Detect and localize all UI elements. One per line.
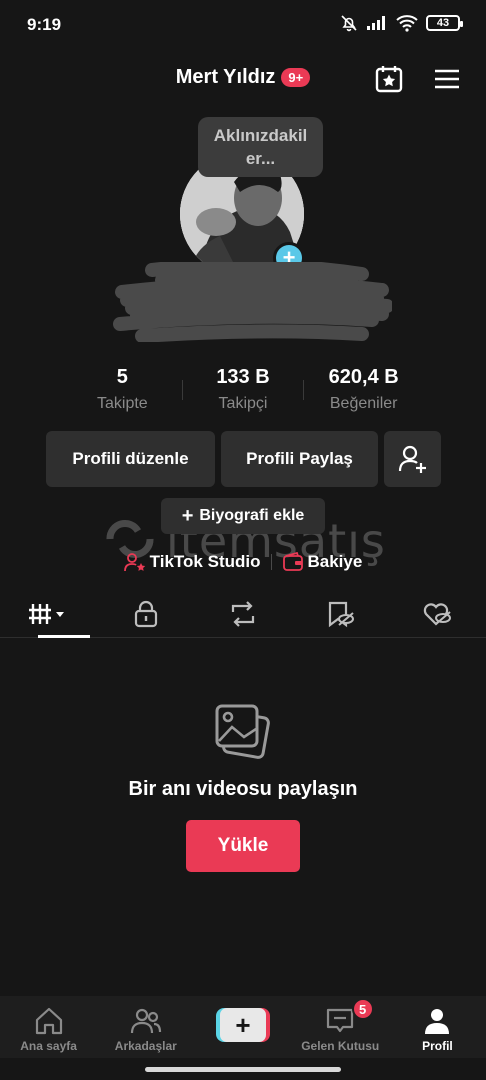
likes-count: 620,4 B — [328, 366, 399, 388]
note-bubble-line2: er... — [245, 149, 276, 168]
balance-label: Bakiye — [307, 552, 363, 571]
add-friend-button[interactable] — [384, 431, 441, 487]
profile-name-row: Mert Yıldız 9+ — [0, 66, 486, 89]
nav-profile-label: Profil — [422, 1039, 453, 1053]
inbox-badge: 5 — [351, 998, 374, 1020]
tab-reposts[interactable] — [194, 590, 291, 637]
profile-header: Mert Yıldız 9+ — [0, 60, 486, 96]
note-bubble-line1: Aklınızdakil — [213, 126, 308, 145]
create-button[interactable]: + — [216, 1008, 270, 1042]
status-time: 9:19 — [27, 15, 62, 34]
profile-actions: Profili düzenle Profili Paylaş — [46, 431, 441, 487]
tab-liked[interactable] — [389, 590, 486, 637]
wallet-icon — [282, 552, 303, 571]
photos-icon — [215, 704, 270, 759]
home-icon — [35, 1007, 62, 1035]
balance-link[interactable]: Bakiye — [282, 552, 363, 572]
followers-count: 133 B — [216, 366, 270, 388]
empty-state-message: Bir anı videosu paylaşın — [128, 778, 358, 800]
menu-icon[interactable] — [432, 64, 462, 94]
plus-icon: + — [181, 505, 194, 527]
content-tabs — [0, 590, 486, 638]
profile-stats: 5 Takipte 133 B Takipçi 620,4 B Beğenile… — [62, 366, 424, 418]
tiktok-studio-label: TikTok Studio — [149, 552, 261, 571]
lock-icon — [134, 600, 157, 627]
active-tab-indicator — [38, 635, 90, 638]
nav-inbox-label: Gelen Kutusu — [301, 1039, 380, 1053]
stat-divider — [182, 380, 183, 400]
battery-indicator: 43 — [426, 15, 463, 31]
calendar-star-icon[interactable] — [374, 64, 404, 94]
status-bar: 9:19 43 — [0, 0, 486, 50]
likes-stat[interactable]: 620,4 B Beğeniler — [303, 366, 424, 418]
tab-favorites[interactable] — [292, 590, 389, 637]
friends-icon — [130, 1008, 161, 1034]
followers-label: Takipçi — [218, 395, 268, 412]
bookmark-hidden-icon — [329, 601, 355, 627]
likes-label: Beğeniler — [329, 395, 398, 412]
following-label: Takipte — [96, 395, 148, 412]
heart-hidden-icon — [424, 602, 452, 626]
notification-badge: 9+ — [281, 68, 311, 87]
profile-name: Mert Yıldız — [175, 66, 276, 88]
nav-profile[interactable]: Profil — [389, 996, 486, 1058]
tab-private[interactable] — [97, 590, 194, 637]
repost-icon — [231, 600, 255, 627]
nav-friends[interactable]: Arkadaşlar — [97, 996, 194, 1058]
nav-home[interactable]: Ana sayfa — [0, 996, 97, 1058]
redaction-scribble — [113, 262, 392, 342]
signal-icon — [367, 16, 385, 30]
tab-videos[interactable] — [0, 590, 97, 638]
links-divider — [270, 554, 272, 570]
home-indicator[interactable] — [145, 1067, 341, 1072]
bottom-navigation: Ana sayfa Arkadaşlar + Gelen Kutusu 5 Pr… — [0, 996, 486, 1058]
share-profile-button[interactable]: Profili Paylaş — [221, 431, 378, 487]
inbox-icon — [327, 1008, 354, 1033]
profile-icon — [425, 1009, 450, 1034]
upload-button[interactable]: Yükle — [186, 820, 300, 872]
add-bio-label: Biyografi ekle — [199, 507, 305, 524]
tiktok-studio-link[interactable]: TikTok Studio — [123, 552, 261, 572]
account-switcher[interactable]: Mert Yıldız 9+ — [175, 66, 311, 89]
add-person-icon — [398, 445, 426, 473]
creator-links: TikTok Studio Bakiye — [0, 549, 486, 575]
wifi-icon — [396, 15, 418, 32]
mute-bell-icon — [341, 15, 357, 32]
studio-person-icon — [123, 553, 145, 572]
stat-divider — [303, 380, 304, 400]
plus-icon: + — [220, 1008, 266, 1042]
nav-friends-label: Arkadaşlar — [114, 1039, 177, 1053]
nav-home-label: Ana sayfa — [20, 1039, 77, 1053]
nav-create[interactable]: + — [194, 996, 291, 1058]
followers-stat[interactable]: 133 B Takipçi — [183, 366, 304, 418]
add-bio-button[interactable]: + Biyografi ekle — [161, 498, 325, 534]
following-stat[interactable]: 5 Takipte — [62, 366, 183, 418]
grid-dropdown-icon — [28, 603, 64, 624]
following-count: 5 — [116, 366, 128, 388]
note-bubble[interactable]: Aklınızdakil er... — [198, 117, 323, 177]
nav-inbox[interactable]: Gelen Kutusu 5 — [292, 996, 389, 1058]
edit-profile-button[interactable]: Profili düzenle — [46, 431, 215, 487]
status-icons: 43 — [340, 14, 463, 32]
